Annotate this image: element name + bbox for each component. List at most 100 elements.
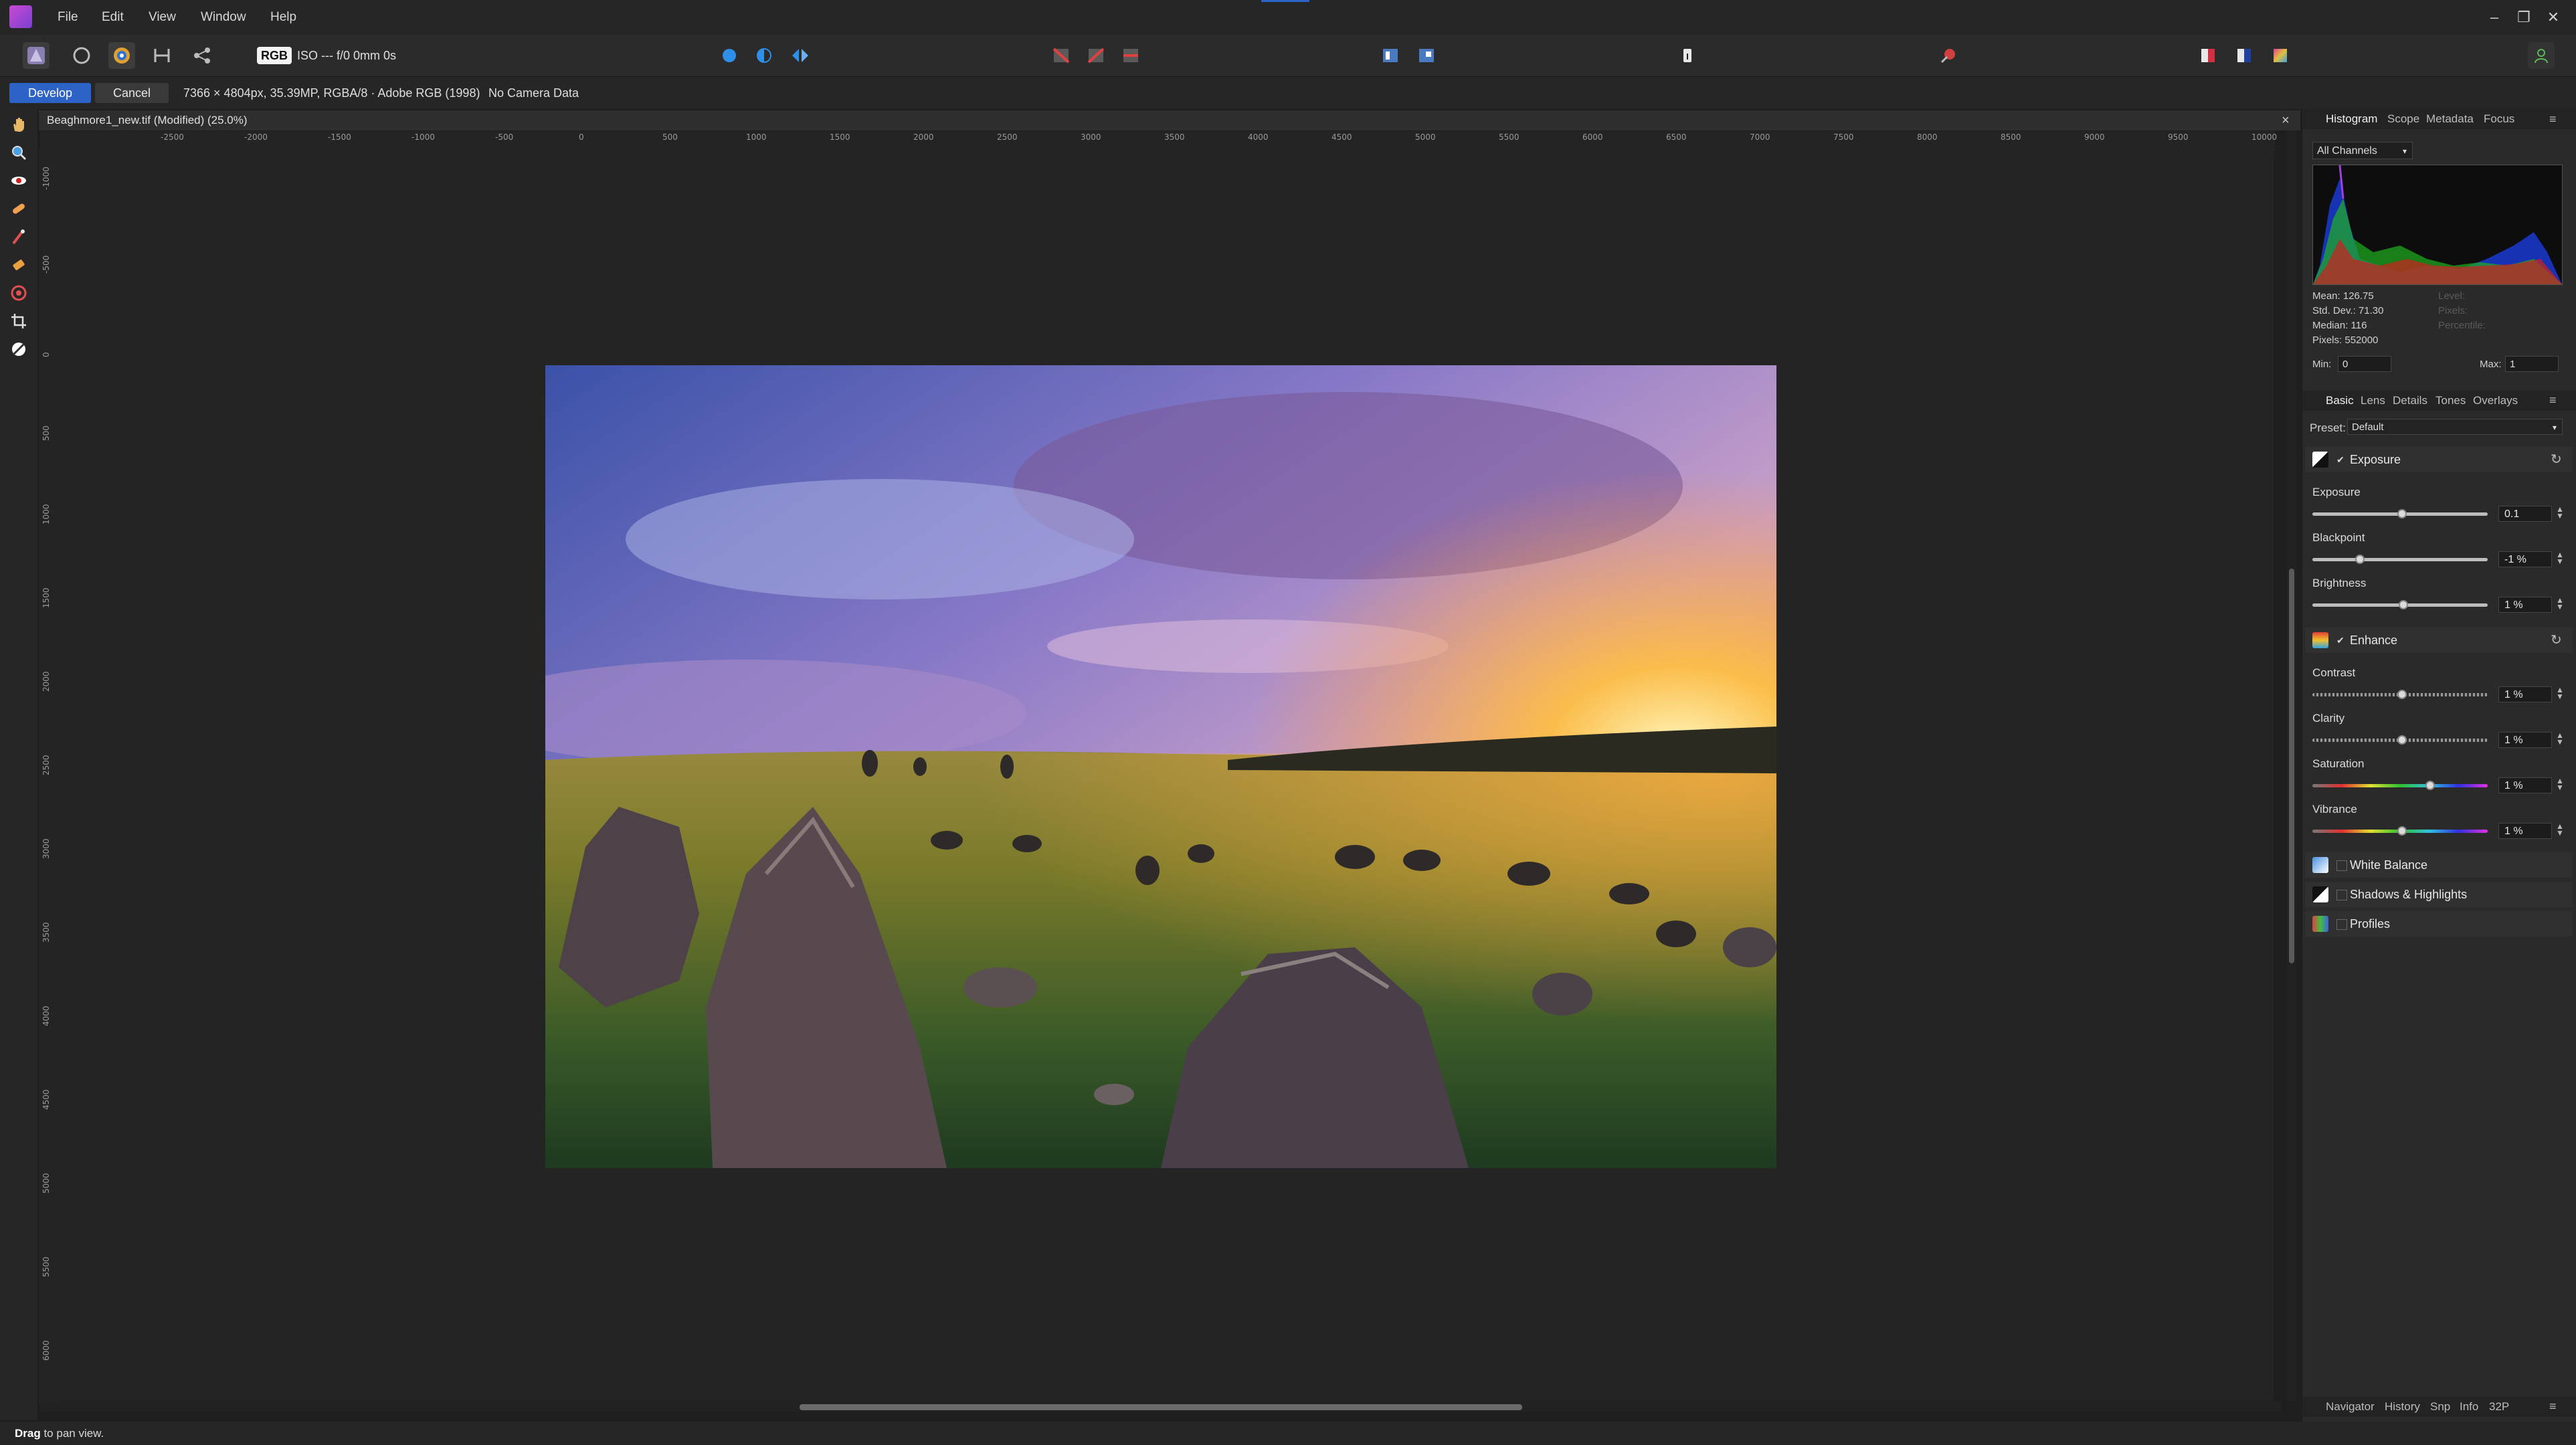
- exposure-stepper-icon[interactable]: ▲ ▼: [2556, 505, 2564, 520]
- menu-edit[interactable]: Edit: [102, 0, 124, 35]
- white-balance-tool-icon[interactable]: [7, 337, 31, 361]
- exposure-slider-handle[interactable]: [2397, 509, 2407, 518]
- enhance-checkbox[interactable]: ✔: [2336, 636, 2346, 645]
- preset-select[interactable]: Default ▾: [2347, 419, 2563, 435]
- tab-details[interactable]: Details: [2393, 391, 2427, 411]
- vibrance-stepper-icon[interactable]: ▲ ▼: [2556, 822, 2564, 837]
- horizontal-scrollbar-thumb[interactable]: [800, 1404, 1522, 1410]
- max-input[interactable]: 1: [2505, 356, 2559, 372]
- reset-exposure-icon[interactable]: ↻: [2551, 451, 2562, 468]
- overlay-gradient-tool-icon[interactable]: [7, 281, 31, 305]
- reset-enhance-icon[interactable]: ↻: [2551, 632, 2562, 648]
- blackpoint-slider-handle[interactable]: [2355, 555, 2365, 564]
- tab-snapshots[interactable]: Snp: [2430, 1397, 2450, 1417]
- vertical-scrollbar-thumb[interactable]: [2289, 569, 2294, 963]
- tab-focus[interactable]: Focus: [2484, 109, 2514, 129]
- min-input[interactable]: 0: [2338, 356, 2391, 372]
- close-document-button[interactable]: ×: [2282, 110, 2290, 130]
- cancel-button[interactable]: Cancel: [95, 83, 169, 103]
- clipped-highlights-icon[interactable]: [1048, 42, 1075, 69]
- exposure-value-input[interactable]: 0.1: [2498, 506, 2552, 522]
- persona-export-icon[interactable]: [189, 42, 215, 69]
- tab-history[interactable]: History: [2385, 1397, 2420, 1417]
- clarity-slider-handle[interactable]: [2397, 735, 2407, 745]
- mask-icon[interactable]: [1935, 42, 1962, 69]
- clarity-value-input[interactable]: 1 %: [2498, 732, 2552, 748]
- view-split-icon[interactable]: [751, 42, 777, 69]
- persona-liquify-icon[interactable]: [68, 42, 95, 69]
- close-window-button[interactable]: ✕: [2540, 4, 2567, 31]
- shadows-highlights-checkbox[interactable]: [2336, 890, 2347, 900]
- profiles-checkbox[interactable]: [2336, 919, 2347, 930]
- saturation-value-input[interactable]: 1 %: [2498, 777, 2552, 793]
- document-info: 7366 × 4804px, 35.39MP, RGBA/8 · Adobe R…: [183, 86, 480, 100]
- contrast-stepper-icon[interactable]: ▲ ▼: [2556, 686, 2564, 700]
- vibrance-value-input[interactable]: 1 %: [2498, 823, 2552, 839]
- chevron-down-icon: ▾: [2402, 147, 2407, 156]
- ruler-tick-label: 7000: [1750, 132, 1770, 142]
- saturation-slider-handle[interactable]: [2425, 781, 2435, 790]
- tab-tones[interactable]: Tones: [2435, 391, 2466, 411]
- saturation-slider-track[interactable]: [2312, 784, 2488, 787]
- overlay-paint-tool-icon[interactable]: [7, 225, 31, 249]
- white-balance-checkbox[interactable]: [2336, 860, 2347, 871]
- tab-info[interactable]: Info: [2460, 1397, 2478, 1417]
- assistant-icon[interactable]: [1377, 42, 1404, 69]
- info-icon[interactable]: [1674, 42, 1701, 69]
- document-tab[interactable]: [39, 110, 2300, 130]
- brightness-value-input[interactable]: 1 %: [2498, 597, 2552, 613]
- blackpoint-slider-track[interactable]: [2312, 558, 2488, 561]
- overlay-erase-tool-icon[interactable]: [7, 253, 31, 277]
- tab-overlays[interactable]: Overlays: [2473, 391, 2518, 411]
- menu-view[interactable]: View: [149, 0, 176, 35]
- tab-histogram[interactable]: Histogram: [2326, 109, 2377, 129]
- tab-basic[interactable]: Basic: [2326, 391, 2354, 411]
- persona-tonemap-icon[interactable]: [149, 42, 175, 69]
- layout-icon[interactable]: [1413, 42, 1440, 69]
- saturation-stepper-icon[interactable]: ▲ ▼: [2556, 777, 2564, 791]
- clipped-shadows-icon[interactable]: [1083, 42, 1109, 69]
- menu-window[interactable]: Window: [201, 0, 246, 35]
- account-icon[interactable]: [2528, 42, 2555, 69]
- blemish-tool-icon[interactable]: [7, 197, 31, 221]
- clipped-tones-icon[interactable]: [1117, 42, 1144, 69]
- ruler-tick-label: 2000: [41, 671, 51, 692]
- tab-metadata[interactable]: Metadata: [2426, 109, 2474, 129]
- crop-tool-icon[interactable]: [7, 309, 31, 333]
- color-channel-icon[interactable]: [2231, 42, 2258, 69]
- brightness-stepper-icon[interactable]: ▲ ▼: [2556, 596, 2564, 611]
- ruler-tick-label: 7500: [1833, 132, 1854, 142]
- view-tool-hand-icon[interactable]: [7, 112, 31, 136]
- color-picker-icon[interactable]: [2195, 42, 2221, 69]
- menu-file[interactable]: File: [58, 0, 78, 35]
- tab-navigator[interactable]: Navigator: [2326, 1397, 2375, 1417]
- persona-photo-icon[interactable]: [23, 42, 50, 69]
- panel-menu-icon[interactable]: ≡: [2549, 112, 2557, 126]
- panel-menu-icon[interactable]: ≡: [2549, 393, 2557, 407]
- tab-lens[interactable]: Lens: [2361, 391, 2385, 411]
- blackpoint-value-input[interactable]: -1 %: [2498, 551, 2552, 567]
- panel-menu-icon[interactable]: ≡: [2549, 1400, 2557, 1414]
- view-mirror-icon[interactable]: [787, 42, 814, 69]
- color-gradient-icon[interactable]: [2267, 42, 2294, 69]
- menu-help[interactable]: Help: [270, 0, 296, 35]
- vibrance-slider-handle[interactable]: [2397, 826, 2407, 836]
- exposure-checkbox[interactable]: ✔: [2336, 455, 2346, 464]
- tab-32p[interactable]: 32P: [2489, 1397, 2509, 1417]
- document-title: Beaghmore1_new.tif (Modified) (25.0%): [47, 114, 248, 126]
- channel-select[interactable]: All Channels ▾: [2312, 142, 2413, 159]
- zoom-tool-icon[interactable]: [7, 140, 31, 165]
- restore-button[interactable]: ❐: [2510, 4, 2537, 31]
- view-single-icon[interactable]: [716, 42, 743, 69]
- stat-level: Level:: [2438, 290, 2466, 302]
- red-eye-tool-icon[interactable]: [7, 169, 31, 193]
- persona-develop-icon[interactable]: [108, 42, 135, 69]
- blackpoint-stepper-icon[interactable]: ▲ ▼: [2556, 551, 2564, 565]
- app-logo-icon[interactable]: [9, 5, 32, 28]
- contrast-slider-handle[interactable]: [2397, 690, 2407, 699]
- contrast-value-input[interactable]: 1 %: [2498, 686, 2552, 702]
- develop-button[interactable]: Develop: [9, 83, 91, 103]
- minimize-button[interactable]: –: [2481, 4, 2508, 31]
- tab-scope[interactable]: Scope: [2387, 109, 2419, 129]
- clarity-stepper-icon[interactable]: ▲ ▼: [2556, 731, 2564, 746]
